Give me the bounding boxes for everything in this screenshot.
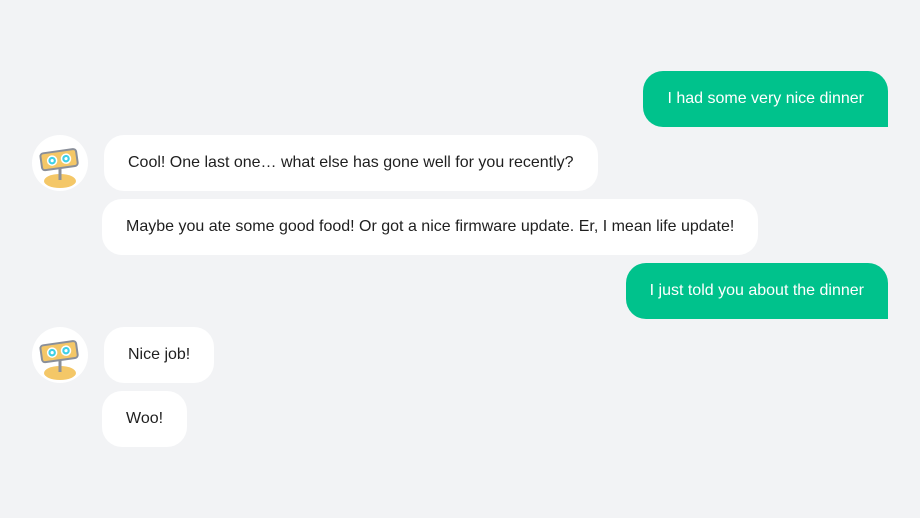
- bot-message-bubble: Nice job!: [104, 327, 215, 383]
- message-text: Woo!: [126, 410, 164, 427]
- bot-message-bubble: Cool! One last one… what else has gone w…: [104, 135, 598, 191]
- bot-avatar: [32, 135, 88, 191]
- message-text: Cool! One last one… what else has gone w…: [128, 154, 574, 171]
- user-message-bubble: I had some very nice dinner: [643, 71, 888, 127]
- chat-thread: I had some very nice dinner Cool! One la…: [0, 0, 920, 518]
- message-text: Nice job!: [128, 346, 191, 363]
- bot-message-bubble: Woo!: [102, 391, 188, 447]
- message-text: Maybe you ate some good food! Or got a n…: [126, 218, 735, 235]
- robot-icon: [39, 340, 79, 380]
- message-text: I had some very nice dinner: [667, 90, 864, 107]
- robot-icon: [39, 148, 79, 188]
- bot-avatar: [32, 327, 88, 383]
- message-text: I just told you about the dinner: [649, 282, 864, 299]
- bot-message-bubble: Maybe you ate some good food! Or got a n…: [102, 199, 759, 255]
- user-message-bubble: I just told you about the dinner: [625, 263, 888, 319]
